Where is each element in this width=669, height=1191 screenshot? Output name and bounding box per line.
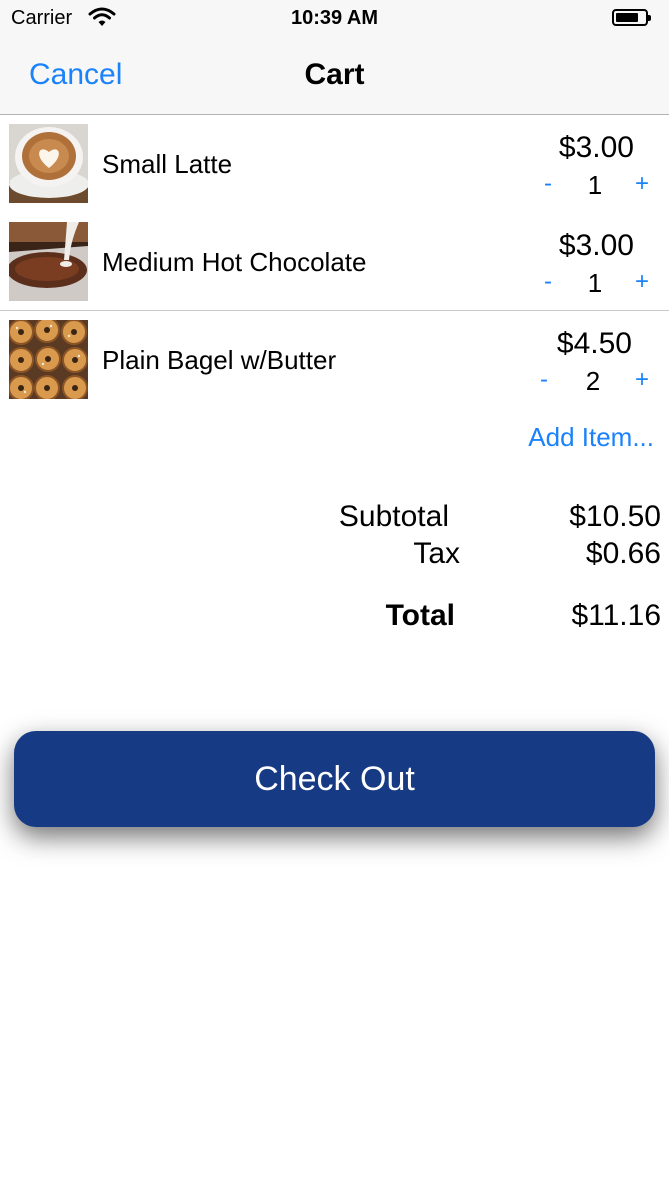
cart-item-medium-hot-chocolate: Medium Hot Chocolate $3.00 - 1 + (0, 213, 669, 311)
tax-value: $0.66 (585, 537, 661, 570)
item-price: $3.00 (558, 131, 634, 164)
item-quantity: 2 (585, 366, 601, 396)
item-price: $4.50 (556, 327, 632, 360)
item-name: Medium Hot Chocolate (102, 247, 367, 277)
latte-photo (9, 124, 88, 203)
decrease-quantity-button[interactable]: - (532, 366, 556, 394)
battery-icon (612, 9, 651, 26)
check-out-label: Check Out (254, 759, 415, 798)
hot-chocolate-photo (9, 222, 88, 301)
item-quantity: 1 (587, 170, 603, 200)
status-time: 10:39 AM (290, 7, 379, 29)
increase-quantity-button[interactable]: + (630, 366, 654, 394)
page-title: Cart (304, 58, 365, 91)
tax-label: Tax (413, 537, 460, 570)
decrease-quantity-button[interactable]: - (536, 170, 560, 198)
check-out-button[interactable]: Check Out (14, 731, 655, 827)
decrease-quantity-button[interactable]: - (536, 268, 560, 296)
item-price: $3.00 (558, 229, 634, 262)
increase-quantity-button[interactable]: + (630, 170, 654, 198)
bagels-photo (9, 320, 88, 399)
total-label: Total (385, 599, 455, 632)
subtotal-value: $10.50 (569, 500, 661, 533)
status-bar: Carrier 10:39 AM (0, 0, 669, 38)
cart-item-plain-bagel: Plain Bagel w/Butter $4.50 - 2 + (0, 311, 669, 409)
add-item-button[interactable]: Add Item... (528, 422, 654, 453)
total-value: $11.16 (571, 599, 661, 632)
item-quantity: 1 (587, 268, 603, 298)
item-name: Plain Bagel w/Butter (102, 345, 337, 375)
item-name: Small Latte (102, 149, 233, 179)
increase-quantity-button[interactable]: + (630, 268, 654, 296)
cart-item-small-latte: Small Latte $3.00 - 1 + (0, 115, 669, 213)
subtotal-label: Subtotal (338, 500, 449, 533)
navigation-bar: Cancel Cart (0, 38, 669, 115)
